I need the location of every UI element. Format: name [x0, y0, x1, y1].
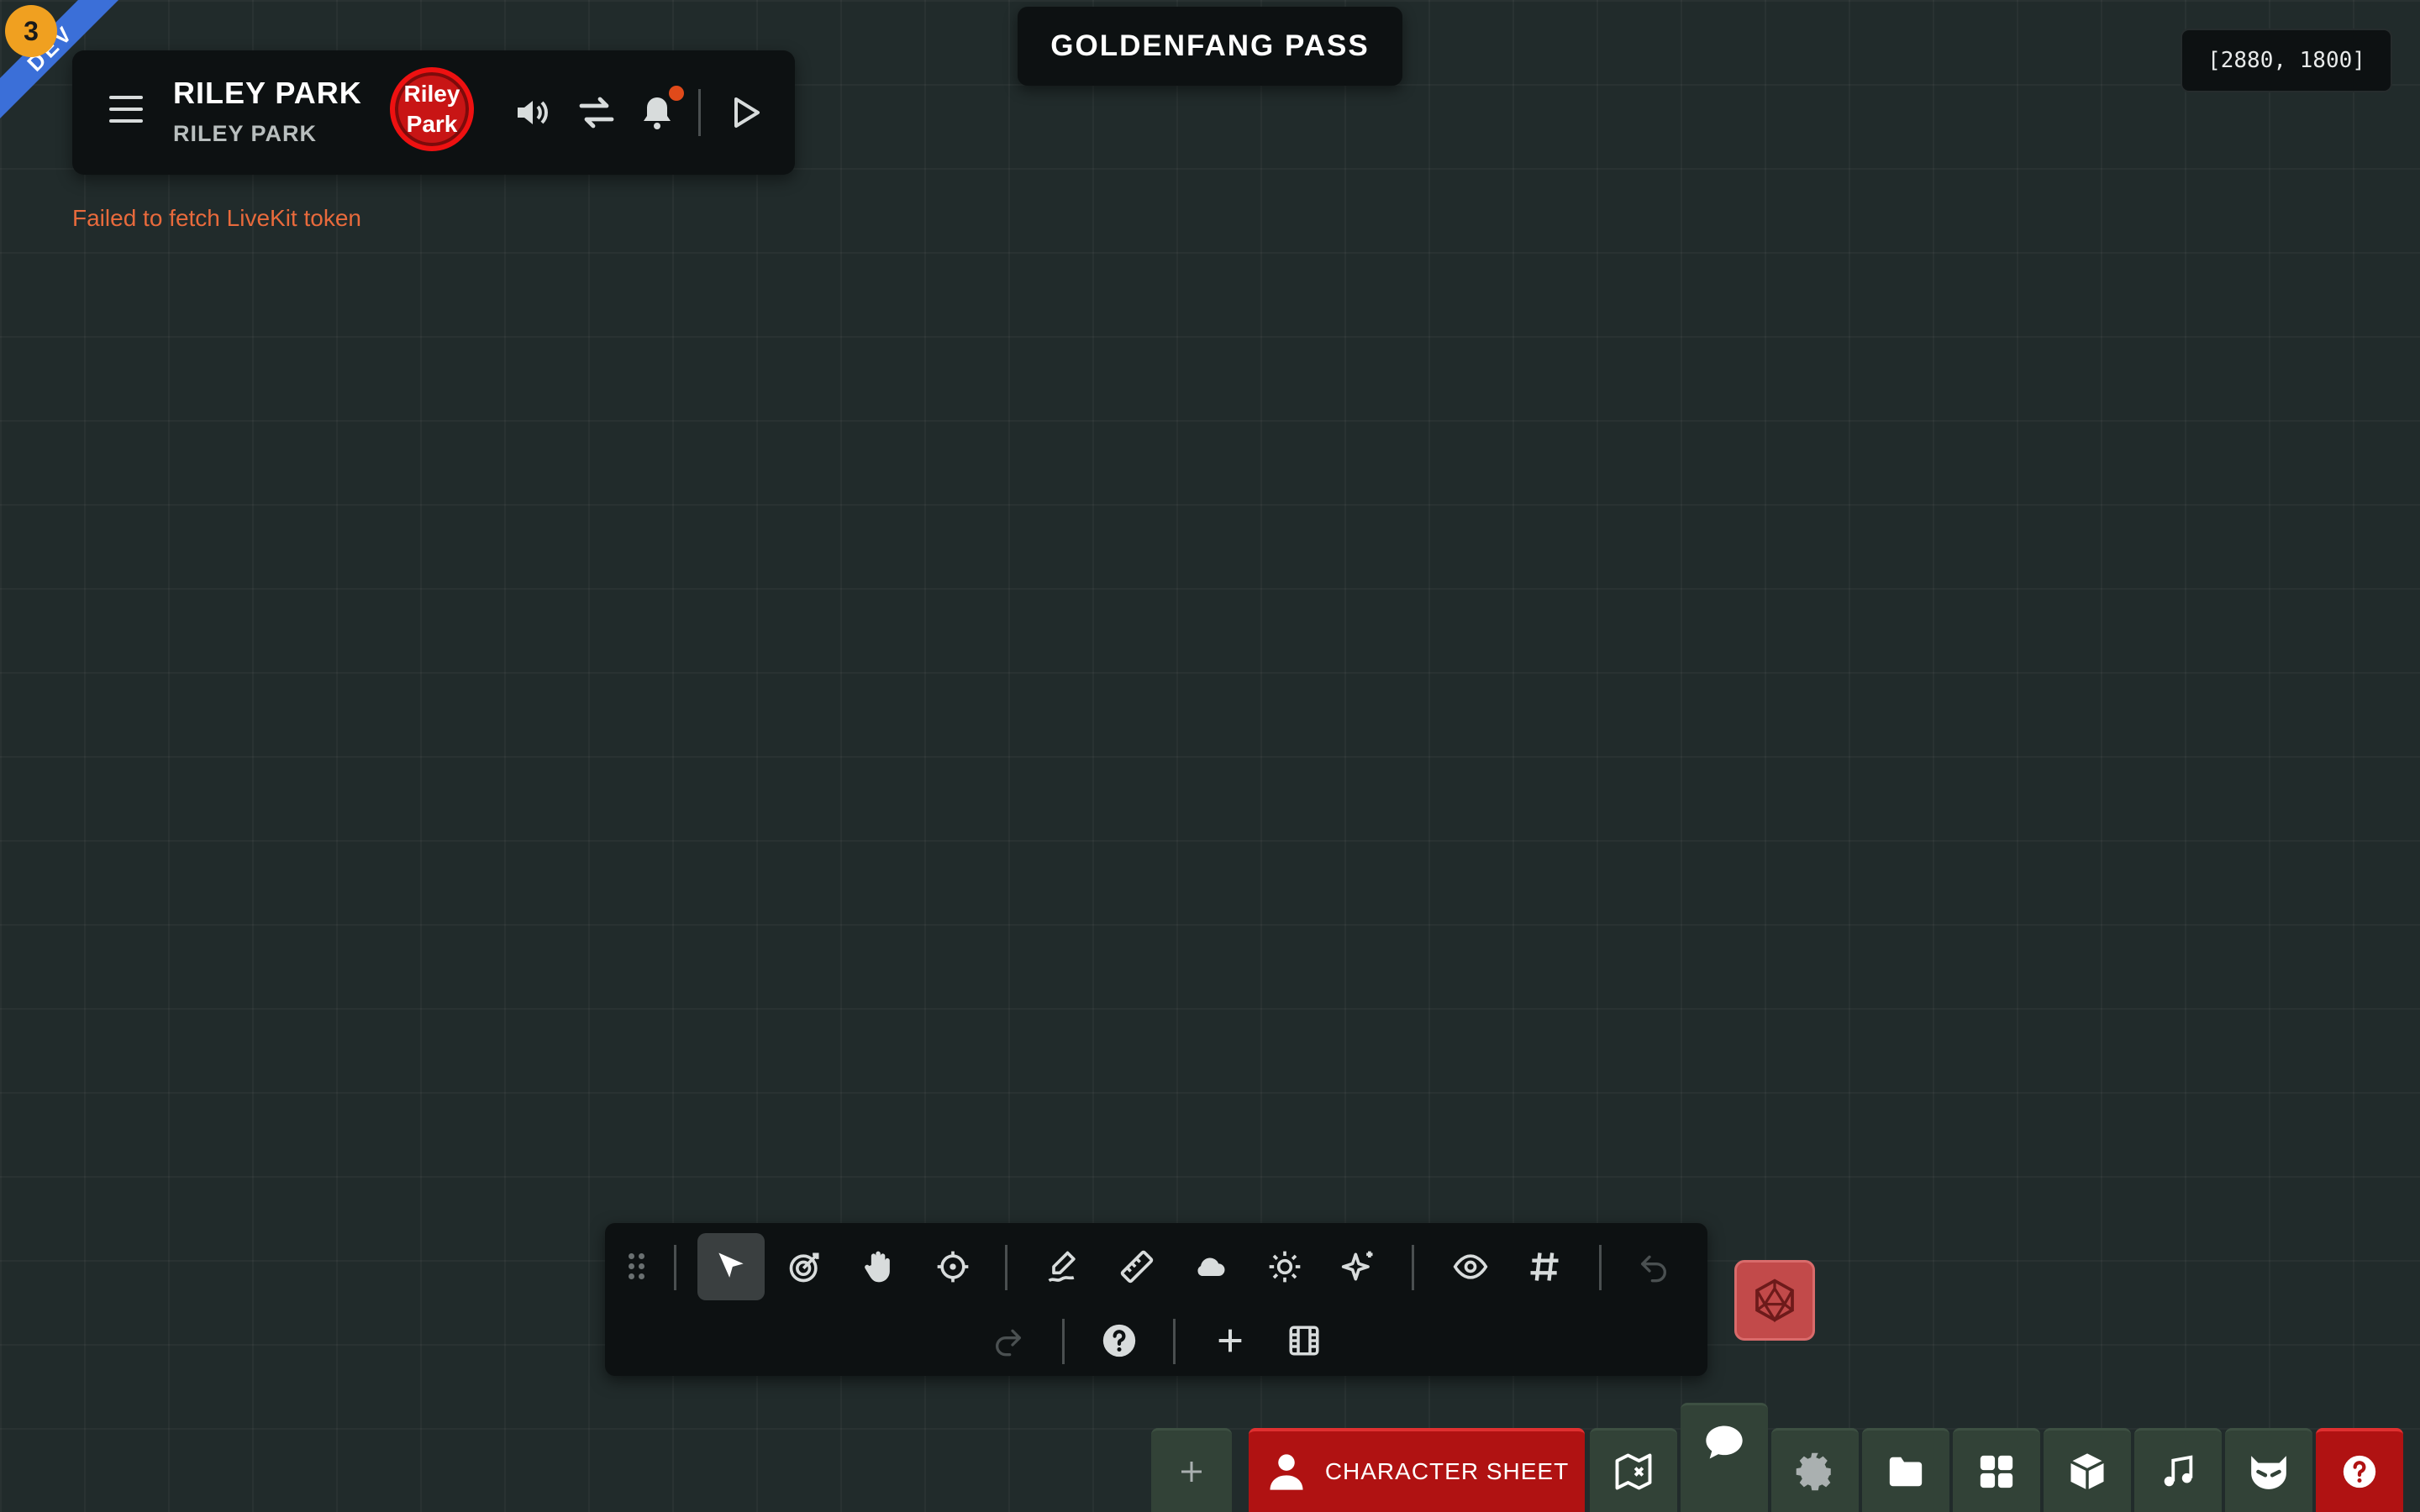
sparkles-icon — [1341, 1251, 1373, 1281]
gear-icon — [1796, 1452, 1831, 1490]
help-tool[interactable] — [1086, 1307, 1153, 1374]
divider — [1412, 1245, 1414, 1290]
measure-tool[interactable] — [1103, 1233, 1171, 1300]
mask-icon — [2251, 1455, 2286, 1489]
add-tool[interactable] — [1197, 1307, 1264, 1374]
hash-icon — [1530, 1252, 1559, 1281]
grid-tool[interactable] — [1511, 1233, 1578, 1300]
plus-icon — [1181, 1461, 1202, 1482]
tool-palette — [605, 1223, 1707, 1376]
person-icon — [1270, 1454, 1303, 1490]
character-sheet-label: CHARACTER SHEET — [1324, 1458, 1570, 1484]
add-tab-button[interactable] — [1151, 1428, 1232, 1512]
film-icon — [1289, 1326, 1319, 1356]
undo-icon — [1641, 1255, 1666, 1283]
avatar[interactable]: Riley Park — [390, 67, 474, 151]
scenes-tool[interactable] — [1270, 1307, 1338, 1374]
error-message: Failed to fetch LiveKit token — [72, 205, 361, 231]
dev-count-badge[interactable]: 3 — [5, 5, 57, 57]
target-icon — [789, 1252, 819, 1283]
fog-tool[interactable] — [1177, 1233, 1244, 1300]
draw-tool[interactable] — [1029, 1233, 1097, 1300]
visibility-tool[interactable] — [1437, 1233, 1504, 1300]
cursor-icon — [718, 1252, 744, 1278]
focus-tool[interactable] — [919, 1233, 986, 1300]
divider — [1173, 1319, 1176, 1364]
account-tab[interactable] — [2225, 1428, 2312, 1512]
notification-dot — [669, 86, 684, 101]
header-title: RILEY PARK — [173, 76, 362, 110]
light-tool[interactable] — [1251, 1233, 1318, 1300]
question-circle-icon — [2343, 1455, 2376, 1488]
grid-apps-icon — [1980, 1455, 2013, 1488]
eye-icon — [1453, 1254, 1488, 1279]
divider — [1599, 1245, 1602, 1290]
question-circle-icon — [1102, 1324, 1136, 1357]
scene-title[interactable]: GOLDENFANG PASS — [1018, 7, 1402, 86]
character-sheet-tab[interactable]: CHARACTER SHEET — [1249, 1428, 1585, 1512]
undo-button[interactable] — [1620, 1233, 1687, 1300]
header-subtitle: RILEY PARK — [173, 121, 318, 146]
redo-button[interactable] — [975, 1307, 1042, 1374]
redo-icon — [996, 1329, 1021, 1357]
cloud-icon — [1197, 1257, 1225, 1276]
pen-icon — [1048, 1251, 1076, 1283]
chat-tab[interactable] — [1681, 1403, 1768, 1512]
help-tab[interactable] — [2316, 1428, 2403, 1512]
compendium-tab[interactable] — [2044, 1428, 2131, 1512]
box-icon — [2070, 1452, 2105, 1490]
viewport-size-readout: [2880, 1800] — [2181, 29, 2392, 92]
divider — [674, 1245, 676, 1290]
d20-icon — [1755, 1278, 1794, 1323]
map-tab[interactable] — [1590, 1428, 1677, 1512]
map-icon — [1615, 1453, 1652, 1489]
settings-tab[interactable] — [1771, 1428, 1859, 1512]
divider — [1005, 1245, 1007, 1290]
effects-tool[interactable] — [1325, 1233, 1392, 1300]
swap-icon[interactable] — [576, 92, 617, 133]
widgets-tab[interactable] — [1953, 1428, 2040, 1512]
sun-icon — [1269, 1251, 1301, 1283]
divider — [1062, 1319, 1065, 1364]
pan-tool[interactable] — [845, 1233, 913, 1300]
folder-icon — [1889, 1457, 1923, 1486]
hand-icon — [865, 1251, 890, 1283]
select-tool[interactable] — [697, 1233, 765, 1300]
volume-icon[interactable] — [513, 92, 553, 133]
plus-icon — [1218, 1329, 1242, 1352]
files-tab[interactable] — [1862, 1428, 1949, 1512]
music-tab[interactable] — [2134, 1428, 2222, 1512]
play-icon[interactable] — [724, 92, 765, 133]
chat-bubble-icon — [1706, 1425, 1743, 1458]
music-note-icon — [2164, 1454, 2193, 1486]
crosshair-icon — [937, 1251, 969, 1283]
session-header: RILEY PARK RILEY PARK Riley Park — [72, 50, 795, 175]
ruler-icon — [1120, 1250, 1154, 1284]
menu-icon[interactable] — [109, 96, 143, 129]
dice-roller-button[interactable] — [1734, 1260, 1815, 1341]
target-tool[interactable] — [771, 1233, 839, 1300]
drag-handle-icon[interactable] — [627, 1252, 647, 1282]
divider — [698, 89, 701, 136]
